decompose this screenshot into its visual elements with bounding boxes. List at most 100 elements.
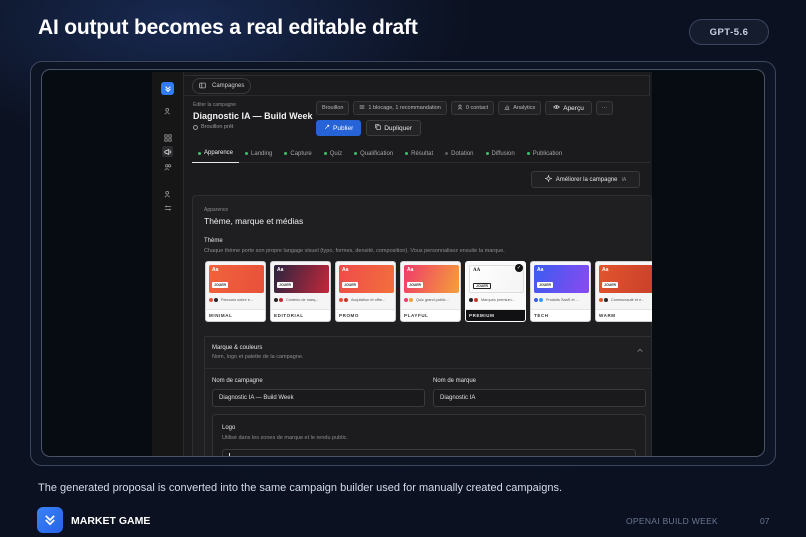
theme-swatches: Contenu de marq... [274,298,330,302]
more-options-button[interactable]: ··· [595,101,613,115]
theme-swatches: Communauté et e... [599,298,652,302]
theme-play-button: JOUER [537,282,554,288]
event-name: OPENAI BUILD WEEK [626,516,719,526]
theme-play-button: JOUER [277,282,294,288]
tab-quiz[interactable]: Quiz [318,144,348,163]
logo-description: Utilisé dans les zones de marque et le r… [222,435,348,441]
tab-status-dot [485,152,489,155]
theme-aa: Aa [277,267,284,273]
tab-apparence[interactable]: Apparence [192,144,240,163]
issues-chip-label: 1 blocage, 1 recommandation [368,105,441,111]
theme-aa: Aa [342,267,349,273]
top-bar: Campagnes [184,75,650,96]
brand-name-label: Nom de marque [433,378,477,384]
grid-icon[interactable] [162,132,173,143]
logo-upload-field[interactable] [222,449,636,456]
theme-description: Chaque thème porte son propre langage vi… [204,248,505,254]
slide-title: AI output becomes a real editable draft [38,16,418,39]
brand-name-input[interactable]: Diagnostic IA [433,389,646,407]
tab-status-dot [323,152,327,155]
tab-status-dot [198,151,201,155]
tab-label: Publication [532,150,563,157]
swatch [279,298,283,302]
preview-button[interactable]: Aperçu [545,101,592,115]
tab-qualification[interactable]: Qualification [348,144,399,163]
campaign-builder-app: Campagnes Éditer la campagne Diagnostic … [152,72,652,456]
appearance-panel: Apparence Thème, marque et médias Thème … [192,195,652,456]
breadcrumb[interactable]: Campagnes [192,78,252,94]
status-chips: Brouillon 1 blocage, 1 recommandation 0 … [316,101,613,115]
tab-capture[interactable]: Capture [278,144,317,163]
publish-label: Publier [333,124,354,132]
theme-card-playful[interactable]: Aa JOUER Quiz grand public... PLAYFUL [400,261,461,322]
theme-card-warm[interactable]: Aa JOUER Communauté et e... WARM [595,261,652,322]
theme-desc: Quiz grand public... [416,298,449,302]
swatch [274,298,278,302]
tab-label: Capture [290,150,312,157]
tab-resultat[interactable]: Résultat [399,144,439,163]
analytics-chip[interactable]: Analytics [498,101,542,115]
theme-picker: Aa JOUER Parcours sobre e... MINIMAL Aa … [205,261,652,322]
theme-aa: Aa [212,267,219,273]
tab-landing[interactable]: Landing [239,144,278,163]
issues-chip[interactable]: 1 blocage, 1 recommandation [353,101,447,115]
chart-icon [504,104,510,112]
improve-campaign-button[interactable]: Améliorer la campagne IA [531,171,640,188]
theme-swatches: Parcours sobre e... [209,298,265,302]
theme-name: EDITORIAL [271,309,330,321]
tab-label: Dotation [451,150,474,157]
theme-aa: Aa [407,267,414,273]
tab-status-dot [405,152,409,155]
tab-diffusion[interactable]: Diffusion [480,144,521,163]
theme-card-editorial[interactable]: Aa JOUER Contenu de marq... EDITORIAL [270,261,331,322]
settings-sliders-icon[interactable] [162,202,173,213]
swatch [409,298,413,302]
preview-label: Aperçu [563,104,584,112]
theme-name: PREMIUM [466,309,525,321]
tab-label: Landing [251,150,273,157]
users-icon[interactable] [162,105,173,116]
sparkle-icon [544,174,553,184]
tab-status-dot [284,152,288,155]
publish-button[interactable]: Publier [316,120,362,136]
edit-label: Éditer la campagne [193,102,237,108]
status-circle-icon [193,124,198,130]
tab-label: Résultat [411,150,434,157]
breadcrumb-label: Campagnes [212,83,245,89]
editor-tabs: Apparence Landing Capture Quiz Qualifica… [192,144,650,163]
theme-name: MINIMAL [206,309,265,321]
swatch [344,298,348,302]
draft-status-label: Brouillon prêt [201,124,234,130]
theme-thumbnail: Aa JOUER [274,265,329,293]
campaign-header: Éditer la campagne Diagnostic IA — Build… [193,102,313,130]
theme-play-button: JOUER [342,282,359,288]
theme-play-button: JOUER [602,282,619,288]
list-icon [359,104,365,112]
theme-aa: Aa [537,267,544,273]
contacts-chip[interactable]: 0 contact [450,101,495,115]
megaphone-icon[interactable] [162,146,173,157]
theme-thumbnail: Aa JOUER [339,265,394,293]
theme-card-premium[interactable]: AA JOUER Marques premium... ✓ PREMIUM [465,261,526,322]
theme-card-minimal[interactable]: Aa JOUER Parcours sobre e... MINIMAL [205,261,266,322]
market-game-logo-icon [37,507,63,533]
contacts-icon[interactable] [162,161,173,172]
theme-card-promo[interactable]: Aa JOUER Acquisition et offre... PROMO [335,261,396,322]
swatch [404,298,408,302]
draft-chip[interactable]: Brouillon [316,101,350,115]
tab-publication[interactable]: Publication [521,144,568,163]
app-logo-icon[interactable] [161,82,174,95]
duplicate-button[interactable]: Dupliquer [366,120,422,136]
swatch [469,298,473,302]
team-icon[interactable] [162,188,173,199]
tab-dotation[interactable]: Dotation [439,144,479,163]
theme-swatches: Acquisition et offre... [339,298,395,302]
panel-left-icon[interactable] [199,82,206,91]
chevron-up-icon[interactable] [637,348,643,355]
ia-tag: IA [621,176,627,183]
theme-card-tech[interactable]: Aa JOUER Produits SaaS et ... TECH [530,261,591,322]
contacts-chip-label: 0 contact [465,105,489,111]
tab-status-dot [526,152,530,155]
theme-thumbnail: Aa JOUER [534,265,589,293]
campaign-name-input[interactable]: Diagnostic IA — Build Week [212,389,425,407]
